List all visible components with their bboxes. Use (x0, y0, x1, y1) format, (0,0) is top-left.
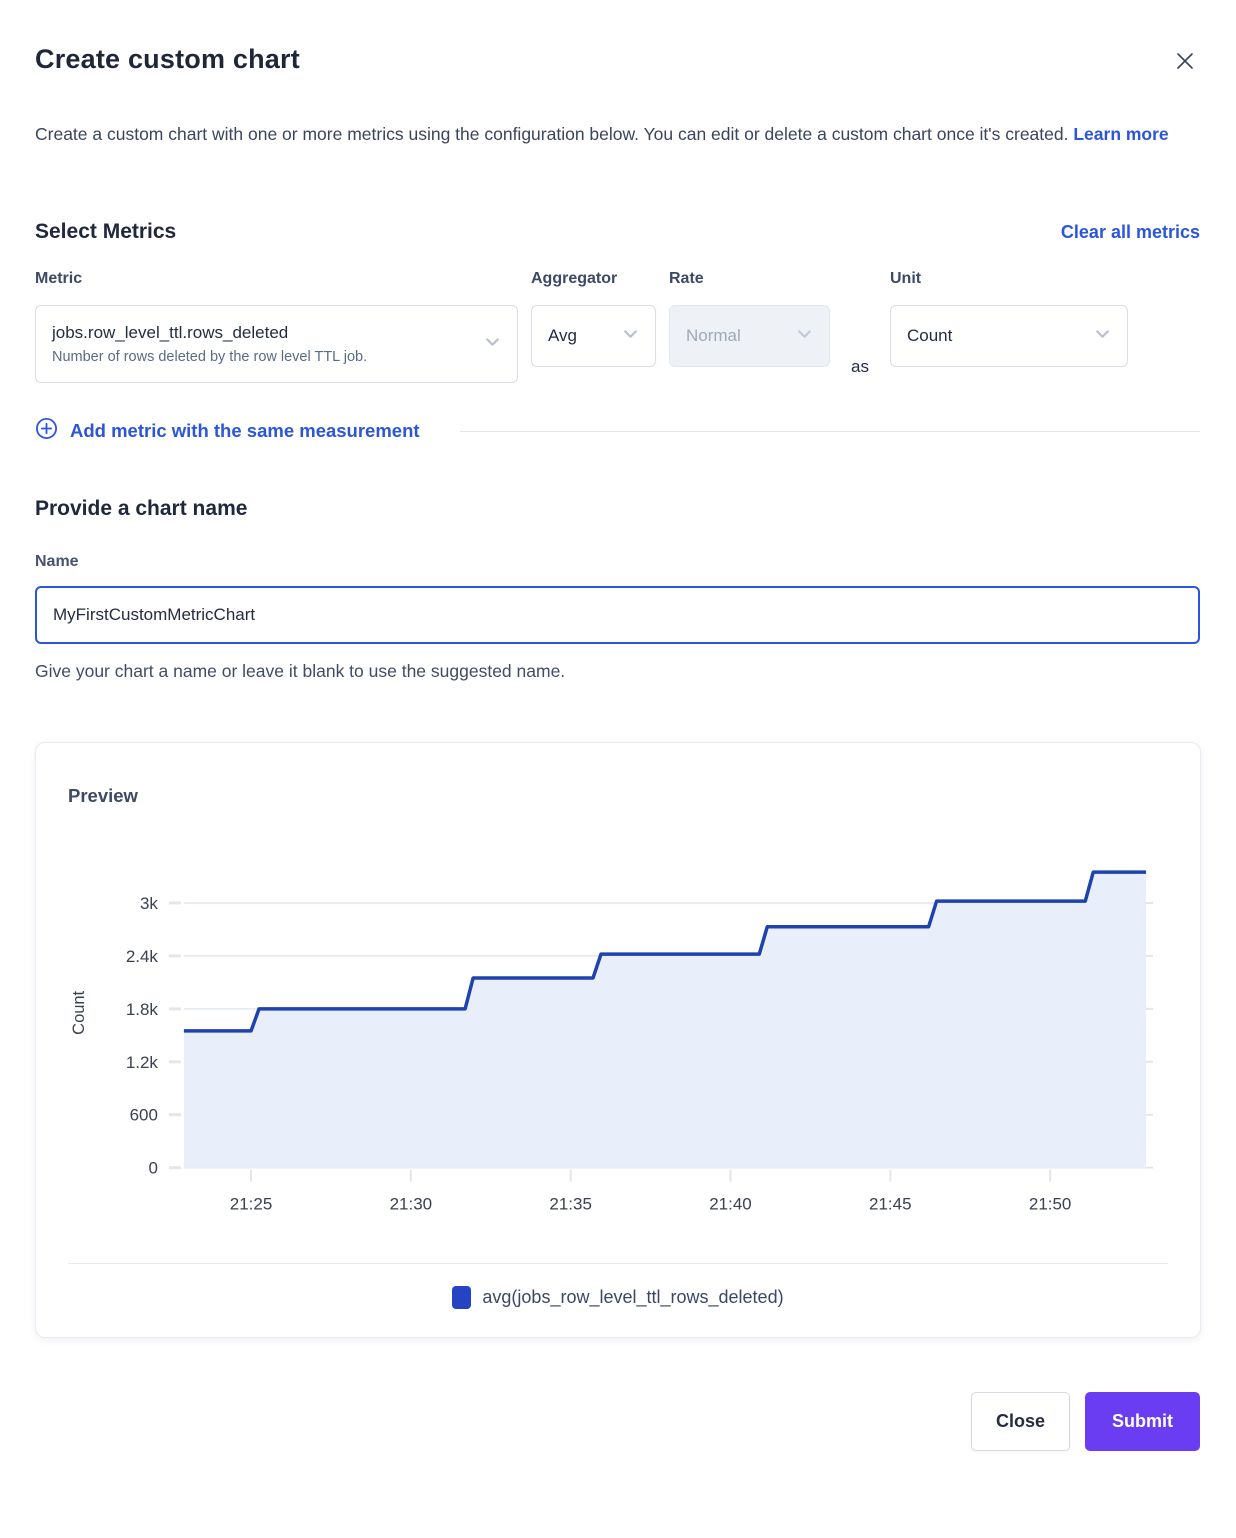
legend-swatch-icon (452, 1286, 471, 1309)
divider (68, 1263, 1168, 1264)
metric-select-value: jobs.row_level_ttl.rows_deleted (52, 323, 367, 343)
aggregator-select-value: Avg (548, 326, 577, 346)
divider (460, 431, 1200, 432)
close-button[interactable]: Close (971, 1392, 1070, 1451)
svg-text:Count: Count (70, 990, 88, 1034)
chevron-down-icon (1094, 325, 1111, 347)
name-helper-text: Give your chart a name or leave it blank… (35, 661, 1200, 682)
metric-label: Metric (35, 270, 518, 288)
svg-text:0: 0 (148, 1159, 157, 1178)
as-label-wrap: as (830, 270, 890, 383)
add-metric-row: Add metric with the same measurement (35, 417, 1200, 445)
svg-text:21:50: 21:50 (1029, 1195, 1071, 1214)
dialog-footer: Close Submit (35, 1392, 1200, 1451)
area-chart: 0 600 1.2k 1.8k 2.4k 3k 21:25 21:30 21:35 21:40 21… (68, 847, 1169, 1219)
select-metrics-header: Select Metrics Clear all metrics (35, 220, 1200, 244)
learn-more-link[interactable]: Learn more (1073, 124, 1168, 144)
chart-name-input[interactable] (35, 586, 1200, 644)
legend-label: avg(jobs_row_level_ttl_rows_deleted) (482, 1287, 783, 1308)
aggregator-select[interactable]: Avg (531, 305, 656, 367)
svg-text:21:30: 21:30 (390, 1195, 432, 1214)
chevron-down-icon (796, 325, 813, 347)
svg-text:21:45: 21:45 (869, 1195, 911, 1214)
rate-select-value: Normal (686, 326, 741, 346)
as-label: as (851, 357, 869, 377)
select-metrics-heading: Select Metrics (35, 220, 176, 244)
svg-text:21:40: 21:40 (709, 1195, 751, 1214)
preview-heading: Preview (68, 785, 1168, 807)
svg-text:1.8k: 1.8k (126, 1000, 159, 1019)
unit-select[interactable]: Count (890, 305, 1128, 367)
close-icon (1174, 60, 1196, 75)
submit-button[interactable]: Submit (1085, 1392, 1200, 1451)
aggregator-field: Aggregator Avg (531, 270, 656, 383)
metric-select-description: Number of rows deleted by the row level … (52, 349, 367, 365)
unit-field: Unit Count (890, 270, 1128, 383)
add-circle-icon (35, 417, 58, 445)
name-label: Name (35, 553, 1200, 571)
rate-label: Rate (669, 270, 830, 288)
svg-text:1.2k: 1.2k (126, 1053, 159, 1072)
svg-text:3k: 3k (140, 894, 158, 913)
metric-field: Metric jobs.row_level_ttl.rows_deleted N… (35, 270, 518, 383)
preview-card: Preview 0 600 1.2k 1.8k 2.4k 3k 21:25 21:30 21:3… (35, 742, 1201, 1338)
dialog-description: Create a custom chart with one or more m… (35, 115, 1185, 154)
metric-select[interactable]: jobs.row_level_ttl.rows_deleted Number o… (35, 305, 518, 383)
unit-select-value: Count (907, 326, 952, 346)
chevron-down-icon (622, 325, 639, 347)
clear-all-metrics-link[interactable]: Clear all metrics (1061, 222, 1200, 243)
chevron-down-icon (484, 333, 501, 355)
unit-label: Unit (890, 270, 1128, 288)
metric-config-row: Metric jobs.row_level_ttl.rows_deleted N… (35, 270, 1200, 383)
chart-legend: avg(jobs_row_level_ttl_rows_deleted) (68, 1286, 1168, 1309)
add-metric-link[interactable]: Add metric with the same measurement (35, 417, 420, 445)
svg-text:2.4k: 2.4k (126, 947, 159, 966)
svg-text:600: 600 (130, 1106, 158, 1125)
svg-text:21:35: 21:35 (549, 1195, 591, 1214)
page-title: Create custom chart (35, 44, 300, 75)
chart-name-heading: Provide a chart name (35, 497, 1200, 521)
rate-field: Rate Normal (669, 270, 830, 383)
rate-select: Normal (669, 305, 830, 367)
dialog-header: Create custom chart (35, 44, 1200, 79)
preview-chart: 0 600 1.2k 1.8k 2.4k 3k 21:25 21:30 21:35 21:40 21… (68, 847, 1168, 1219)
close-dialog-button[interactable] (1170, 46, 1200, 79)
svg-text:21:25: 21:25 (230, 1195, 272, 1214)
aggregator-label: Aggregator (531, 270, 656, 288)
